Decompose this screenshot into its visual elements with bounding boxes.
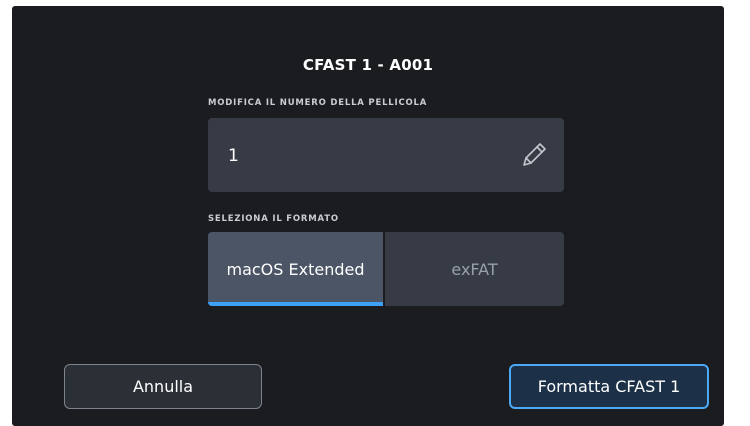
format-option-label: macOS Extended [226,259,365,279]
cancel-button[interactable]: Annulla [64,364,262,409]
cancel-button-label: Annulla [132,377,194,396]
reel-number-field[interactable]: 1 [208,118,564,192]
selected-indicator [208,302,383,306]
format-card-button[interactable]: Formatta CFAST 1 [509,364,709,409]
format-option-exfat[interactable]: exFAT [385,232,564,306]
format-card-button-label: Formatta CFAST 1 [537,377,681,396]
dialog-title: CFAST 1 - A001 [302,56,434,74]
format-selector: macOS Extended exFAT [208,232,564,306]
format-select-label: SELEZIONA IL FORMATO [208,214,339,224]
pencil-icon[interactable] [516,138,550,172]
format-card-dialog: CFAST 1 - A001 MODIFICA IL NUMERO DELLA … [12,6,724,426]
reel-number-value: 1 [228,146,239,166]
format-option-label: exFAT [451,259,498,279]
format-option-macos-extended[interactable]: macOS Extended [208,232,383,306]
reel-number-label: MODIFICA IL NUMERO DELLA PELLICOLA [208,98,428,108]
